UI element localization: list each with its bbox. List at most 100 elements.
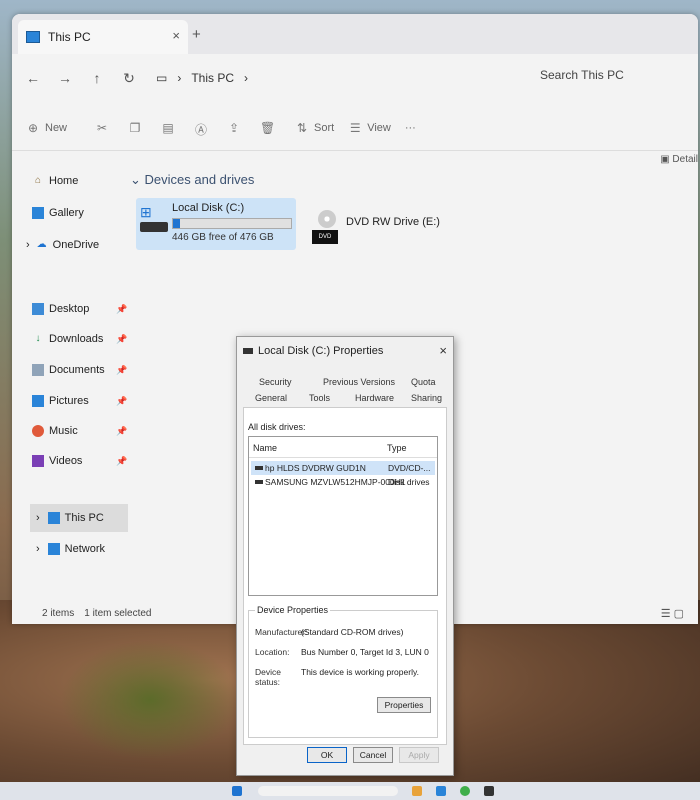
tab-hardware[interactable]: Hardware — [355, 393, 394, 403]
wallpaper-trees — [60, 640, 240, 760]
device-properties-group: Device Properties Manufacturer: (Standar… — [248, 605, 438, 738]
column-header-name[interactable]: Name — [253, 443, 277, 453]
chevron-right-icon[interactable]: › — [36, 543, 40, 555]
device-name: SAMSUNG MZVLW512HMJP-000H1 — [265, 477, 406, 487]
sidebar-item-pictures[interactable]: Pictures — [32, 390, 89, 412]
chevron-right-icon[interactable]: › — [26, 239, 30, 251]
pin-icon[interactable]: 📌 — [116, 456, 127, 467]
delete-button[interactable]: 🗑 — [260, 121, 279, 135]
refresh-button[interactable]: ↻ — [118, 70, 140, 87]
cancel-button[interactable]: Cancel — [353, 747, 393, 763]
drive-c-tile[interactable]: ⊞ Local Disk (C:) 446 GB free of 476 GB — [136, 198, 296, 250]
cut-button[interactable]: ✂ — [95, 121, 114, 135]
store-taskbar-icon[interactable] — [484, 786, 494, 796]
dialog-title-bar: Local Disk (C:) Properties — [243, 345, 383, 357]
more-options-button[interactable]: ··· — [405, 122, 416, 134]
tab-quota[interactable]: Quota — [411, 377, 436, 387]
list-item[interactable]: hp HLDS DVDRW GUD1N DVD/CD-... — [251, 461, 435, 475]
tab-security[interactable]: Security — [259, 377, 292, 387]
home-icon: ⌂ — [34, 175, 42, 186]
sidebar-item-onedrive[interactable]: › ☁ OneDrive — [26, 234, 99, 256]
chrome-taskbar-icon[interactable] — [460, 786, 470, 796]
device-status-value: This device is working properly. — [301, 667, 419, 677]
group-header[interactable]: ⌄ Devices and drives — [130, 172, 254, 188]
tab-general[interactable]: General — [255, 393, 287, 403]
music-icon — [32, 425, 44, 437]
forward-button[interactable]: → — [54, 70, 76, 86]
taskbar-search-input[interactable] — [258, 786, 398, 796]
view-button[interactable]: ☰ View — [348, 121, 391, 135]
tab-previous-versions[interactable]: Previous Versions — [323, 377, 395, 387]
start-icon[interactable] — [232, 786, 242, 796]
sidebar-item-label: Home — [49, 175, 79, 187]
hard-drive-icon — [243, 348, 253, 354]
disk-drive-list[interactable]: Name Type hp HLDS DVDRW GUD1N DVD/CD-...… — [248, 436, 438, 596]
properties-button[interactable]: Properties — [377, 697, 431, 713]
storage-bar — [172, 218, 292, 229]
device-status-row: Device status: This device is working pr… — [255, 667, 419, 687]
sidebar-item-documents[interactable]: Documents — [32, 359, 105, 381]
paste-button[interactable]: ▤ — [161, 121, 180, 135]
sidebar-item-desktop[interactable]: Desktop — [32, 298, 89, 320]
share-button[interactable]: ⇪ — [227, 121, 246, 135]
dvd-drive-icon: DVD — [312, 230, 338, 244]
new-button[interactable]: ⊕ New — [26, 121, 67, 135]
disc-icon — [318, 210, 336, 228]
apply-button: Apply — [399, 747, 439, 763]
pin-icon[interactable]: 📌 — [116, 304, 127, 315]
sort-button[interactable]: ⇅ Sort — [295, 121, 334, 135]
trash-icon: 🗑 — [260, 121, 276, 135]
gallery-icon — [32, 207, 44, 219]
sidebar-item-music[interactable]: Music — [32, 420, 78, 442]
network-icon — [47, 543, 60, 555]
edge-taskbar-icon[interactable] — [436, 786, 446, 796]
column-header-type[interactable]: Type — [387, 443, 407, 453]
manufacturer-label: Manufacturer: — [255, 627, 308, 637]
tab-this-pc[interactable]: This PC × — [18, 20, 188, 54]
sidebar-item-gallery[interactable]: Gallery — [32, 202, 84, 224]
sidebar-item-network[interactable]: › Network — [36, 538, 105, 560]
sidebar-item-label: Downloads — [49, 333, 104, 345]
tab-sharing[interactable]: Sharing — [411, 393, 442, 403]
new-tab-button[interactable]: + — [192, 26, 201, 43]
drive-e-tile[interactable]: DVD DVD RW Drive (E:) — [306, 210, 466, 254]
sidebar-item-label: This PC — [64, 512, 104, 524]
chevron-right-icon[interactable]: › — [36, 512, 40, 524]
sidebar-item-videos[interactable]: Videos — [32, 450, 82, 472]
explorer-taskbar-icon[interactable] — [412, 786, 422, 796]
hard-drive-icon — [140, 222, 168, 232]
device-properties-title: Device Properties — [255, 605, 331, 615]
search-input[interactable]: Search This PC — [528, 62, 698, 88]
sidebar-item-label: OneDrive — [52, 239, 100, 251]
close-tab-icon[interactable]: × — [172, 28, 180, 43]
close-dialog-button[interactable]: × — [439, 343, 447, 358]
new-label: New — [45, 122, 68, 134]
sort-label: Sort — [314, 122, 335, 134]
pin-icon[interactable]: 📌 — [116, 396, 127, 407]
rename-button[interactable]: Ⓐ — [194, 121, 213, 137]
sidebar-item-downloads[interactable]: ↓ Downloads — [32, 328, 104, 350]
list-header: Name Type — [249, 437, 437, 458]
tab-tools[interactable]: Tools — [309, 393, 330, 403]
pin-icon[interactable]: 📌 — [116, 426, 127, 437]
ok-button[interactable]: OK — [307, 747, 347, 763]
view-toggle-icons[interactable]: ☰ ▢ — [661, 607, 684, 620]
list-item[interactable]: SAMSUNG MZVLW512HMJP-000H1 Disk drives — [251, 475, 435, 489]
copy-button[interactable]: ❐ — [128, 121, 147, 135]
document-icon — [32, 364, 44, 376]
back-button[interactable]: ← — [22, 70, 44, 86]
drive-name: Local Disk (C:) — [172, 202, 245, 214]
up-button[interactable]: ↑ — [86, 70, 108, 86]
sidebar-item-label: Network — [64, 543, 106, 555]
sidebar-item-this-pc[interactable]: › This PC — [30, 504, 128, 532]
location-value: Bus Number 0, Target Id 3, LUN 0 — [301, 647, 429, 657]
sidebar-item-home[interactable]: ⌂ Home — [32, 170, 78, 192]
selection-count: 1 item selected — [84, 607, 152, 619]
manufacturer-row: Manufacturer: (Standard CD-ROM drives) — [255, 627, 404, 637]
location-label: Location: — [255, 647, 290, 657]
breadcrumb-this-pc[interactable]: This PC — [191, 71, 234, 85]
breadcrumb[interactable]: ▭ › This PC › — [156, 71, 258, 85]
pin-icon[interactable]: 📌 — [116, 365, 127, 376]
pictures-icon — [32, 395, 44, 407]
pin-icon[interactable]: 📌 — [116, 334, 127, 345]
